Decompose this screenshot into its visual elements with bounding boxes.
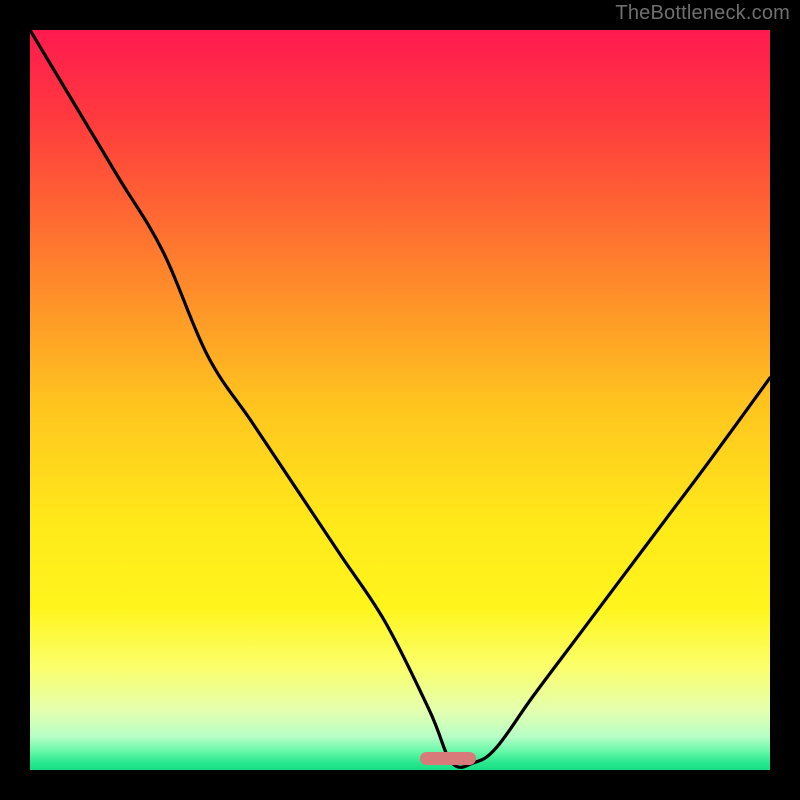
bottleneck-chart xyxy=(30,30,770,770)
optimal-marker xyxy=(420,752,476,765)
watermark-text: TheBottleneck.com xyxy=(615,2,790,25)
bottleneck-curve xyxy=(30,30,770,770)
